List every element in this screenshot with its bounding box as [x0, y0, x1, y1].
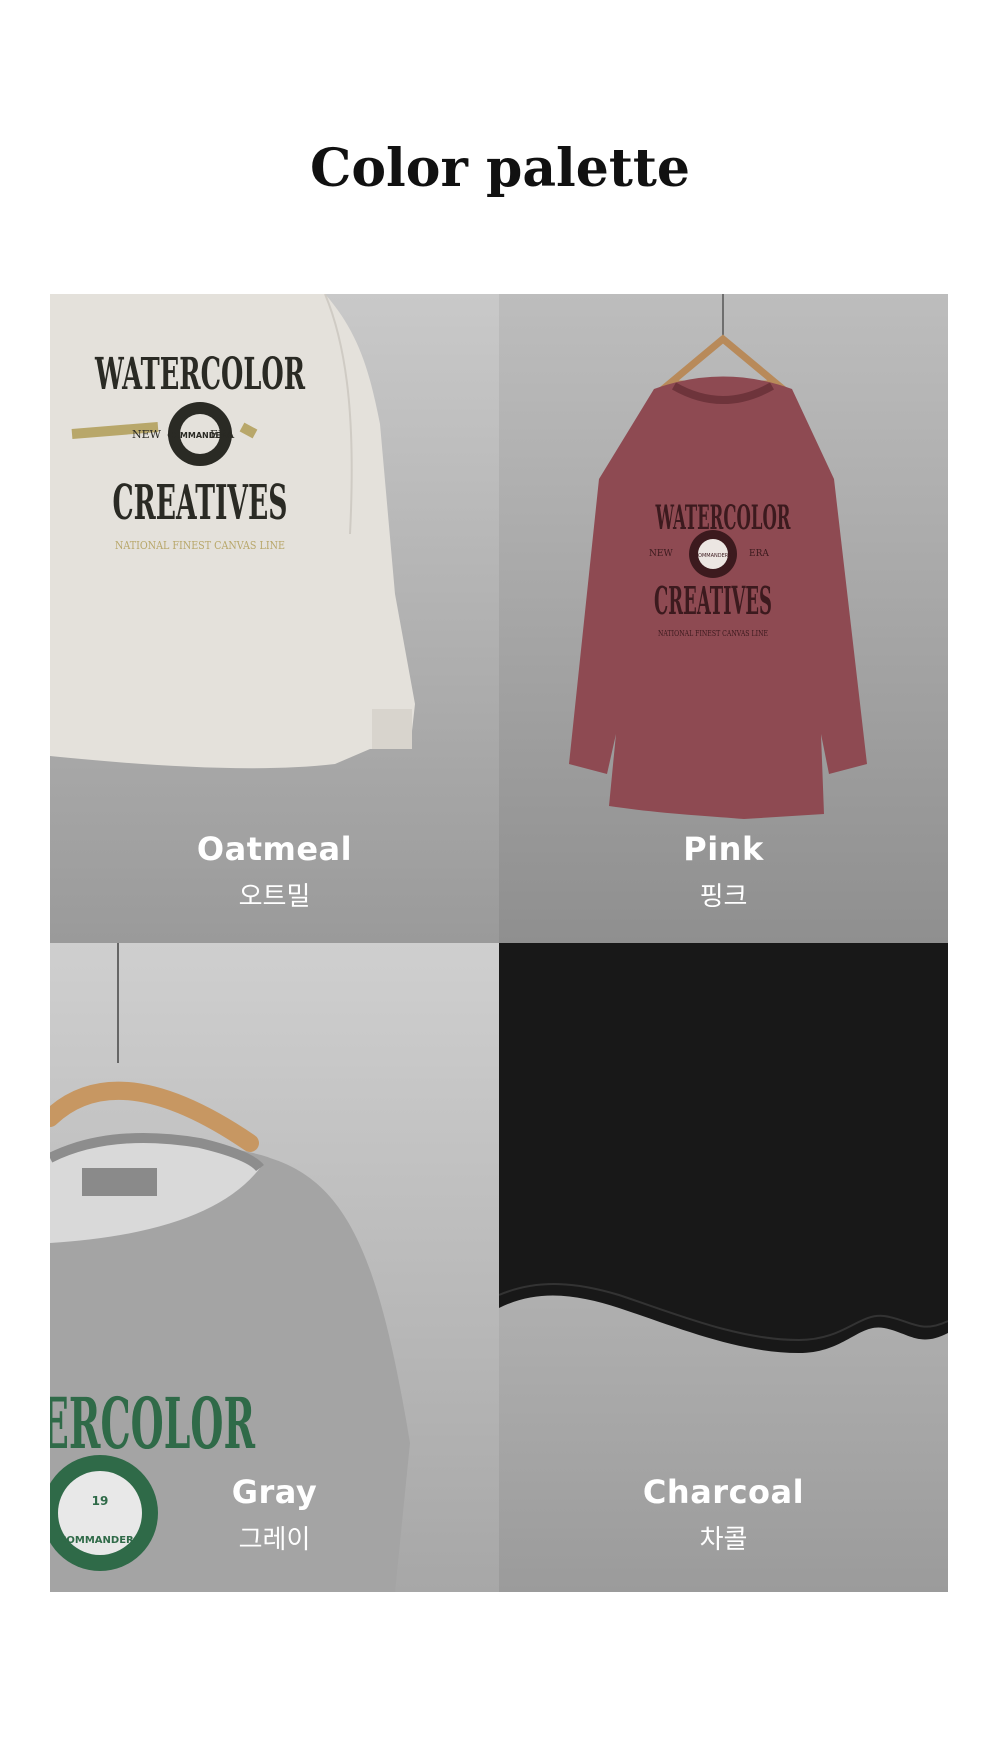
svg-text:ERCOLOR: ERCOLOR: [50, 1382, 255, 1465]
svg-text:ERA: ERA: [210, 428, 235, 441]
color-name-kr: 핑크: [699, 882, 748, 912]
svg-text:WATERCOLOR: WATERCOLOR: [655, 498, 791, 538]
svg-text:CREATIVES: CREATIVES: [113, 475, 288, 531]
color-caption: Pink 핑크: [499, 830, 948, 913]
color-name-kr: 그레이: [238, 1525, 311, 1555]
color-name-kr: 차콜: [699, 1525, 748, 1555]
color-tile-oatmeal: WATERCOLOR COMMANDERS NEW ERA CREATIVES …: [50, 294, 499, 943]
color-caption: Charcoal 차콜: [499, 1473, 948, 1556]
color-name-en: Oatmeal: [196, 830, 353, 868]
svg-text:NEW: NEW: [649, 549, 673, 559]
color-name-en: Pink: [683, 830, 764, 868]
svg-text:ERA: ERA: [749, 549, 769, 559]
color-caption: Oatmeal 오트밀: [50, 830, 499, 913]
svg-text:NATIONAL FINEST CANVAS LINE: NATIONAL FINEST CANVAS LINE: [658, 629, 768, 638]
color-palette-grid: WATERCOLOR COMMANDERS NEW ERA CREATIVES …: [50, 294, 950, 1592]
svg-text:NEW: NEW: [132, 428, 162, 441]
color-tile-pink: WATERCOLOR COMMANDERS NEW ERA CREATIVES …: [499, 294, 948, 943]
color-tile-charcoal: Charcoal 차콜: [499, 943, 948, 1592]
color-caption: Gray 그레이: [50, 1473, 499, 1556]
svg-text:CREATIVES: CREATIVES: [654, 578, 772, 623]
color-name-kr: 오트밀: [238, 882, 311, 912]
color-name-en: Charcoal: [642, 1473, 805, 1511]
color-name-en: Gray: [231, 1473, 318, 1511]
svg-text:NATIONAL FINEST CANVAS LINE: NATIONAL FINEST CANVAS LINE: [115, 539, 285, 552]
color-tile-gray: ERCOLOR 19 COMMANDERS Gray 그레이: [50, 943, 499, 1592]
page-title: Color palette: [309, 138, 691, 199]
svg-text:COMMANDERS: COMMANDERS: [695, 553, 732, 559]
svg-text:WATERCOLOR: WATERCOLOR: [94, 349, 305, 400]
